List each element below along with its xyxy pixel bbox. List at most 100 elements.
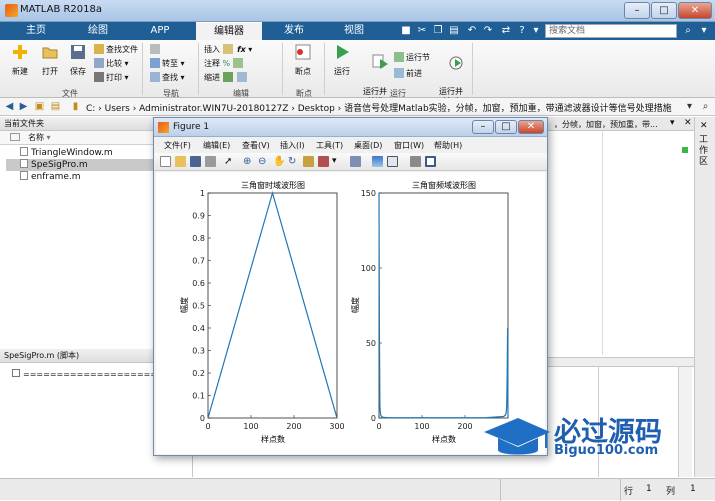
- save-figure-icon[interactable]: [190, 156, 201, 167]
- brush-dropdown-icon[interactable]: ▾: [332, 156, 343, 167]
- back-arrow-icon[interactable]: ◀: [4, 101, 15, 112]
- tab-plots[interactable]: 绘图: [70, 22, 126, 40]
- menu-edit[interactable]: 编辑(E): [203, 140, 230, 151]
- tab-publish[interactable]: 发布: [266, 22, 322, 40]
- axes-time-domain[interactable]: 三角窗时域波形图 0 0.1 0.2 0.3 0.4 0.5 0.6 0.7 0.8 0.9 1 0…: [179, 180, 345, 444]
- indent-button[interactable]: 缩进: [204, 72, 249, 83]
- editor-menu-icon[interactable]: ▾: [670, 118, 675, 128]
- run-button[interactable]: 运行: [328, 43, 356, 77]
- figure-close-button[interactable]: ✕: [518, 120, 544, 134]
- undo-icon[interactable]: ↶: [466, 24, 478, 38]
- menu-desktop[interactable]: 桌面(D): [354, 140, 382, 151]
- open-button[interactable]: 打开: [36, 43, 64, 77]
- arrows-icon: [150, 44, 160, 54]
- goto-button[interactable]: 转至 ▾: [150, 58, 185, 69]
- print-button[interactable]: 打印 ▾: [94, 72, 129, 83]
- x-tick-label: 100: [243, 422, 258, 431]
- list-item[interactable]: enframe.m: [20, 171, 81, 183]
- fx-icon[interactable]: fx: [237, 45, 246, 54]
- watermark: 必过源码 Biguo100.com: [480, 410, 710, 466]
- find-files-button[interactable]: 查找文件: [94, 44, 138, 55]
- y-tick-label: 0: [371, 414, 376, 423]
- paste-icon[interactable]: ▤: [448, 24, 460, 38]
- outdent-icon: [237, 72, 248, 82]
- zoom-out-icon[interactable]: ⊖: [258, 156, 269, 167]
- forward-arrow-icon[interactable]: ▶: [18, 101, 29, 112]
- switch-window-icon[interactable]: ⇄: [500, 24, 512, 38]
- search-icon[interactable]: ⌕: [682, 24, 694, 38]
- pointer-icon[interactable]: ➚: [224, 156, 235, 167]
- zoom-in-icon[interactable]: ⊕: [243, 156, 254, 167]
- figure-maximize-button[interactable]: □: [495, 120, 517, 134]
- column-checkbox[interactable]: [10, 133, 20, 141]
- hide-plot-tools-icon[interactable]: [410, 156, 421, 167]
- redo-icon[interactable]: ↷: [482, 24, 494, 38]
- insert-button[interactable]: 插入 fx ▾: [204, 44, 252, 55]
- comment-button[interactable]: 注释 %: [204, 58, 245, 69]
- browse-folder-icon[interactable]: ▤: [50, 101, 61, 112]
- menu-insert[interactable]: 插入(I): [280, 140, 305, 151]
- pan-hand-icon[interactable]: ✋: [273, 156, 285, 167]
- menu-tools[interactable]: 工具(T): [316, 140, 343, 151]
- help-icon[interactable]: ?: [516, 24, 528, 38]
- brush-icon[interactable]: [318, 156, 329, 167]
- folder-up-icon[interactable]: ▣: [34, 101, 45, 112]
- advance-icon: [394, 68, 404, 78]
- advance-button[interactable]: 前进: [394, 68, 422, 79]
- tab-editor[interactable]: 编辑器: [196, 22, 262, 40]
- show-plot-tools-icon[interactable]: [425, 156, 436, 167]
- data-cursor-icon[interactable]: [303, 156, 314, 167]
- floppy-icon: [71, 45, 85, 59]
- address-bar[interactable]: ◀ ▶ ▣ ▤ ▮ C: › Users › Administrator.WIN…: [0, 98, 715, 116]
- search-documentation-input[interactable]: 搜索文档: [545, 24, 677, 38]
- compare-button[interactable]: 比较 ▾: [94, 58, 129, 69]
- maximize-button[interactable]: □: [651, 2, 677, 19]
- figure-window[interactable]: Figure 1 – □ ✕ 文件(F) 编辑(E) 查看(V) 插入(I) 工…: [153, 117, 548, 456]
- print-figure-icon[interactable]: [205, 156, 216, 167]
- editor-close-icon[interactable]: ✕: [684, 118, 692, 128]
- x-tick-label: 300: [329, 422, 344, 431]
- cut-icon[interactable]: ✂: [416, 24, 428, 38]
- menu-help[interactable]: 帮助(H): [434, 140, 462, 151]
- menu-view[interactable]: 查看(V): [242, 140, 270, 151]
- breakpoint-icon: [295, 44, 311, 60]
- watermark-url: Biguo100.com: [554, 443, 659, 458]
- name-column-label: 名称: [28, 133, 44, 142]
- breakpoints-label: 断点: [295, 67, 311, 76]
- search-folder-icon[interactable]: ⌕: [700, 101, 711, 112]
- dropdown-icon[interactable]: ▾: [530, 24, 542, 38]
- colorbar-icon[interactable]: [372, 156, 383, 167]
- rotate-3d-icon[interactable]: ↻: [288, 156, 299, 167]
- legend-icon[interactable]: [387, 156, 398, 167]
- tab-view[interactable]: 视图: [326, 22, 382, 40]
- m-file-icon: [20, 171, 28, 180]
- menu-window[interactable]: 窗口(W): [394, 140, 424, 151]
- x-label-time: 样点数: [261, 434, 285, 444]
- divider: [142, 43, 143, 95]
- run-section-button[interactable]: 运行节: [394, 52, 430, 63]
- nav-back-forward-button[interactable]: [150, 44, 162, 55]
- figure-minimize-button[interactable]: –: [472, 120, 494, 134]
- tab-apps[interactable]: APP: [132, 22, 188, 40]
- breakpoints-button[interactable]: 断点: [288, 43, 318, 77]
- open-file-icon[interactable]: [175, 156, 186, 167]
- find-button[interactable]: 查找 ▾: [150, 72, 185, 83]
- link-plot-icon[interactable]: [350, 156, 361, 167]
- graduation-cap-logo-icon: [484, 418, 550, 455]
- new-figure-icon[interactable]: [160, 156, 171, 167]
- panel-collapse-icon[interactable]: ✕: [700, 121, 708, 131]
- y-tick-label: 0.2: [192, 369, 205, 378]
- find-files-icon: [94, 44, 104, 54]
- save-button[interactable]: 保存: [64, 43, 92, 77]
- list-item[interactable]: TriangleWindow.m: [20, 147, 113, 159]
- save-icon[interactable]: ■: [400, 24, 412, 38]
- new-button[interactable]: 新建: [6, 43, 34, 77]
- close-button[interactable]: ✕: [678, 2, 712, 19]
- minimize-button[interactable]: –: [624, 2, 650, 19]
- axes-frequency-domain[interactable]: 三角窗频域波形图 0 50 100 150 0 100 200 样点数 幅度: [350, 180, 509, 444]
- path-dropdown-icon[interactable]: ▾: [684, 101, 695, 112]
- collapse-ribbon-icon[interactable]: ▾: [698, 24, 710, 38]
- copy-icon[interactable]: ❐: [432, 24, 444, 38]
- menu-file[interactable]: 文件(F): [164, 140, 191, 151]
- tab-home[interactable]: 主页: [8, 22, 64, 40]
